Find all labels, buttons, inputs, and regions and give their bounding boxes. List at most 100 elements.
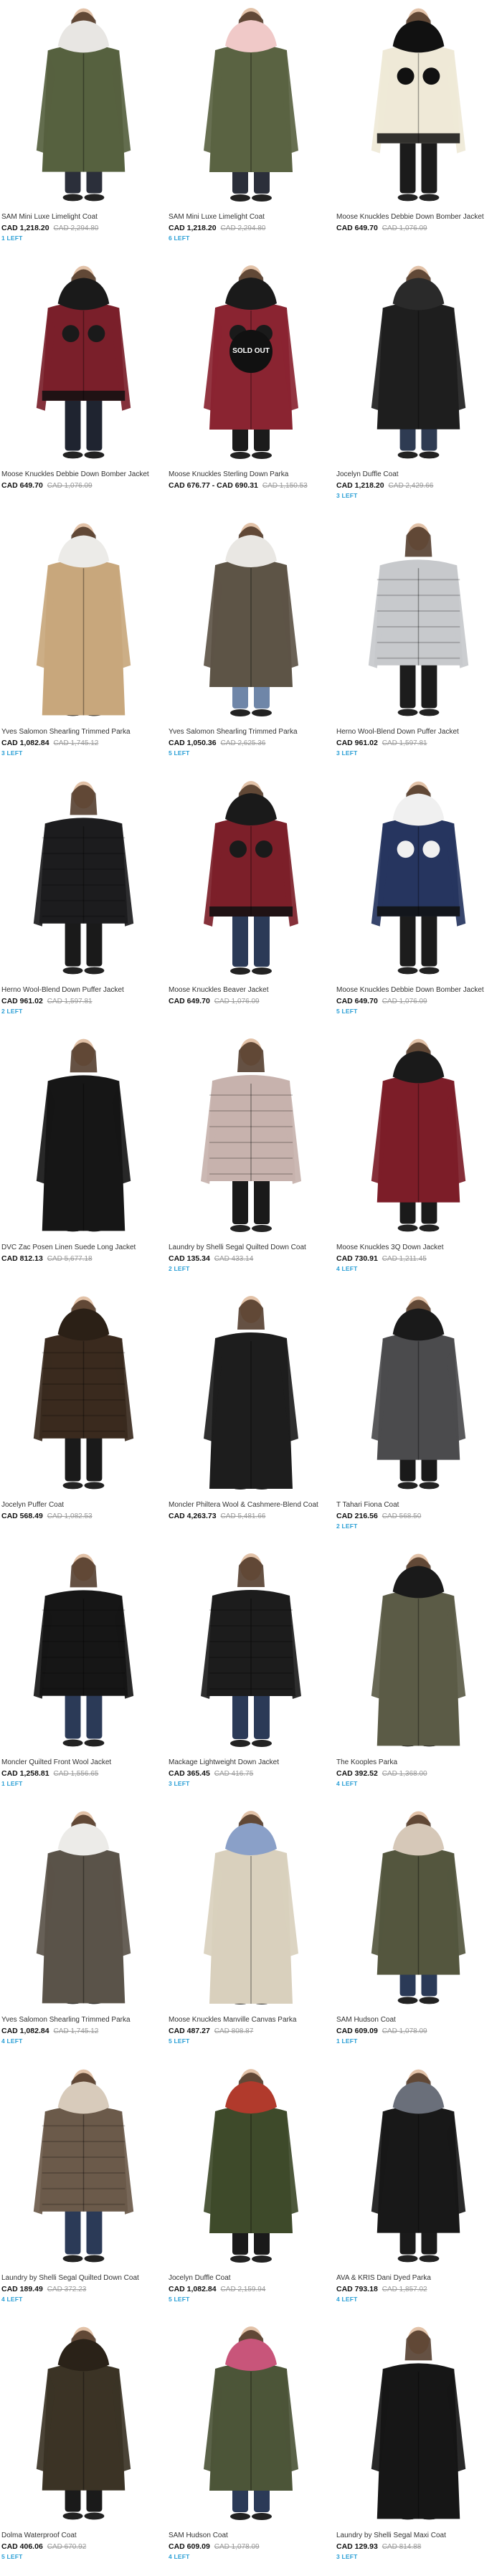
product-image[interactable] (169, 2061, 333, 2269)
product-card[interactable]: Jocelyn Puffer Coat CAD 568.49 CAD 1,082.5… (0, 1288, 167, 1545)
product-name[interactable]: Dolma Waterproof Coat (1, 2531, 166, 2540)
product-name[interactable]: Jocelyn Duffle Coat (336, 470, 501, 479)
product-image[interactable] (169, 1545, 333, 1753)
product-name[interactable]: Laundry by Shelli Segal Quilted Down Coa… (169, 1243, 333, 1252)
product-card[interactable]: DVC Zac Posen Linen Suede Long Jacket CAD… (0, 1031, 167, 1288)
product-card[interactable]: Yves Salomon Shearling Trimmed Parka CAD … (167, 515, 335, 772)
product-image[interactable] (1, 515, 166, 723)
product-card[interactable]: SAM Hudson Coat CAD 609.09 CAD 1,078.09 1 L… (335, 1803, 502, 2060)
product-card[interactable]: Yves Salomon Shearling Trimmed Parka CAD … (0, 1803, 167, 2060)
sale-price: CAD 392.52 (336, 1769, 378, 1779)
product-image[interactable] (336, 1288, 501, 1496)
product-image[interactable] (169, 0, 333, 208)
product-image[interactable] (336, 0, 501, 208)
product-name[interactable]: Herno Wool-Blend Down Puffer Jacket (1, 985, 166, 995)
product-card[interactable]: Moose Knuckles 3Q Down Jacket CAD 730.91 C… (335, 1031, 502, 1288)
original-price: CAD 1,078.09 (382, 2027, 427, 2036)
product-name[interactable]: Yves Salomon Shearling Trimmed Parka (1, 727, 166, 737)
product-image[interactable] (1, 2061, 166, 2269)
product-image[interactable] (1, 1031, 166, 1239)
product-card[interactable]: T Tahari Fiona Coat CAD 216.56 CAD 568.50 2… (335, 1288, 502, 1545)
product-card[interactable]: Moose Knuckles Debbie Down Bomber Jacket… (335, 773, 502, 1031)
product-name[interactable]: Herno Wool-Blend Down Puffer Jacket (336, 727, 501, 737)
price-row: CAD 1,218.20 CAD 2,294.80 (169, 223, 333, 234)
product-card[interactable]: Dolma Waterproof Coat CAD 406.06 CAD 670.9… (0, 2319, 167, 2576)
product-image[interactable] (169, 2319, 333, 2527)
product-image[interactable] (336, 2319, 501, 2527)
product-image[interactable] (336, 773, 501, 981)
original-price: CAD 1,597.81 (382, 739, 427, 748)
product-name[interactable]: SAM Hudson Coat (336, 2015, 501, 2025)
product-name[interactable]: Moose Knuckles Manville Canvas Parka (169, 2015, 333, 2025)
product-image[interactable] (1, 1803, 166, 2011)
price-row: CAD 129.93 CAD 814.88 (336, 2542, 501, 2552)
product-name[interactable]: Moose Knuckles Debbie Down Bomber Jacket (336, 212, 501, 222)
sale-price: CAD 609.09 (169, 2542, 210, 2551)
product-image[interactable] (1, 257, 166, 465)
product-image[interactable] (169, 515, 333, 723)
product-card[interactable]: Moncler Philtera Wool & Cashmere-Blend C… (167, 1288, 335, 1545)
product-card[interactable]: Laundry by Shelli Segal Maxi Coat CAD 129… (335, 2319, 502, 2576)
product-image[interactable] (336, 515, 501, 723)
product-image[interactable] (1, 1288, 166, 1496)
product-name[interactable]: Jocelyn Duffle Coat (169, 2273, 333, 2283)
product-name[interactable]: Moncler Philtera Wool & Cashmere-Blend C… (169, 1500, 333, 1510)
product-image[interactable] (336, 1031, 501, 1239)
product-image[interactable]: SOLD OUT (169, 257, 333, 465)
product-card[interactable]: Herno Wool-Blend Down Puffer Jacket CAD 9… (0, 773, 167, 1031)
product-card[interactable]: SOLD OUT Moose Knuckles Sterling Down Par… (167, 257, 335, 515)
product-image[interactable] (1, 2319, 166, 2527)
product-name[interactable]: SAM Mini Luxe Limelight Coat (169, 212, 333, 222)
product-name[interactable]: AVA & KRIS Dani Dyed Parka (336, 2273, 501, 2283)
product-card[interactable]: The Kooples Parka CAD 392.52 CAD 1,368.00 4… (335, 1545, 502, 1803)
product-card[interactable]: SAM Mini Luxe Limelight Coat CAD 1,218.20… (167, 0, 335, 257)
product-card[interactable]: Jocelyn Duffle Coat CAD 1,218.20 CAD 2,429… (335, 257, 502, 515)
product-name[interactable]: Moose Knuckles 3Q Down Jacket (336, 1243, 501, 1252)
price-row: CAD 676.77 - CAD 690.31 CAD 1,150.53 (169, 480, 333, 491)
product-image[interactable] (336, 2061, 501, 2269)
product-card[interactable]: Moose Knuckles Debbie Down Bomber Jacket… (335, 0, 502, 257)
product-card[interactable]: Moose Knuckles Beaver Jacket CAD 649.70 CA… (167, 773, 335, 1031)
product-name[interactable]: Laundry by Shelli Segal Quilted Down Coa… (1, 2273, 166, 2283)
product-name[interactable]: Moose Knuckles Beaver Jacket (169, 985, 333, 995)
product-card[interactable]: Herno Wool-Blend Down Puffer Jacket CAD 9… (335, 515, 502, 772)
product-name[interactable]: Moose Knuckles Debbie Down Bomber Jacket (336, 985, 501, 995)
product-card[interactable]: Moncler Quilted Front Wool Jacket CAD 1,2… (0, 1545, 167, 1803)
product-card[interactable]: Moose Knuckles Manville Canvas Parka CAD … (167, 1803, 335, 2060)
product-card[interactable]: Yves Salomon Shearling Trimmed Parka CAD … (0, 515, 167, 772)
product-card[interactable]: Laundry by Shelli Segal Quilted Down Coa… (167, 1031, 335, 1288)
product-name[interactable]: T Tahari Fiona Coat (336, 1500, 501, 1510)
price-row: CAD 189.49 CAD 372.23 (1, 2284, 166, 2295)
product-image[interactable] (1, 1545, 166, 1753)
product-card[interactable]: AVA & KRIS Dani Dyed Parka CAD 793.18 CAD … (335, 2061, 502, 2319)
product-name[interactable]: Jocelyn Puffer Coat (1, 1500, 166, 1510)
product-image[interactable] (336, 1545, 501, 1753)
product-image[interactable] (169, 1803, 333, 2011)
product-card[interactable]: SAM Hudson Coat CAD 609.09 CAD 1,078.09 4 L… (167, 2319, 335, 2576)
product-name[interactable]: Mackage Lightweight Down Jacket (169, 1758, 333, 1767)
original-price: CAD 416.75 (214, 1770, 254, 1779)
product-image[interactable] (1, 0, 166, 208)
product-name[interactable]: Moose Knuckles Sterling Down Parka (169, 470, 333, 479)
product-name[interactable]: Moncler Quilted Front Wool Jacket (1, 1758, 166, 1767)
product-name[interactable]: Moose Knuckles Debbie Down Bomber Jacket (1, 470, 166, 479)
product-image[interactable] (169, 1031, 333, 1239)
product-name[interactable]: Laundry by Shelli Segal Maxi Coat (336, 2531, 501, 2540)
product-image[interactable] (336, 1803, 501, 2011)
product-name[interactable]: The Kooples Parka (336, 1758, 501, 1767)
product-image[interactable] (336, 257, 501, 465)
product-image[interactable] (169, 1288, 333, 1496)
product-card[interactable]: Jocelyn Duffle Coat CAD 1,082.84 CAD 2,159… (167, 2061, 335, 2319)
product-image[interactable] (1, 773, 166, 981)
product-name[interactable]: DVC Zac Posen Linen Suede Long Jacket (1, 1243, 166, 1252)
product-name[interactable]: SAM Mini Luxe Limelight Coat (1, 212, 166, 222)
product-name[interactable]: Yves Salomon Shearling Trimmed Parka (1, 2015, 166, 2025)
product-name[interactable]: Yves Salomon Shearling Trimmed Parka (169, 727, 333, 737)
product-card[interactable]: Moose Knuckles Debbie Down Bomber Jacket… (0, 257, 167, 515)
product-image[interactable] (169, 773, 333, 981)
product-card[interactable]: Laundry by Shelli Segal Quilted Down Coa… (0, 2061, 167, 2319)
product-grid: SAM Mini Luxe Limelight Coat CAD 1,218.20… (0, 0, 502, 2576)
product-card[interactable]: Mackage Lightweight Down Jacket CAD 365.4… (167, 1545, 335, 1803)
product-card[interactable]: SAM Mini Luxe Limelight Coat CAD 1,218.20… (0, 0, 167, 257)
product-name[interactable]: SAM Hudson Coat (169, 2531, 333, 2540)
